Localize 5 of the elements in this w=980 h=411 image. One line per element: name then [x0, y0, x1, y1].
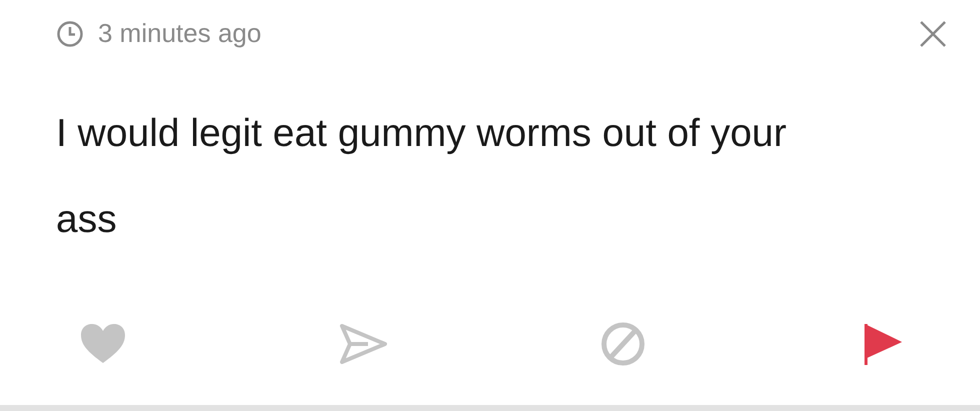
clock-icon: [56, 20, 84, 48]
close-icon[interactable]: [918, 18, 948, 48]
timestamp: 3 minutes ago: [98, 17, 262, 50]
message-text: I would legit eat gummy worms out of your ass: [56, 111, 788, 243]
send-icon[interactable]: [338, 321, 388, 367]
